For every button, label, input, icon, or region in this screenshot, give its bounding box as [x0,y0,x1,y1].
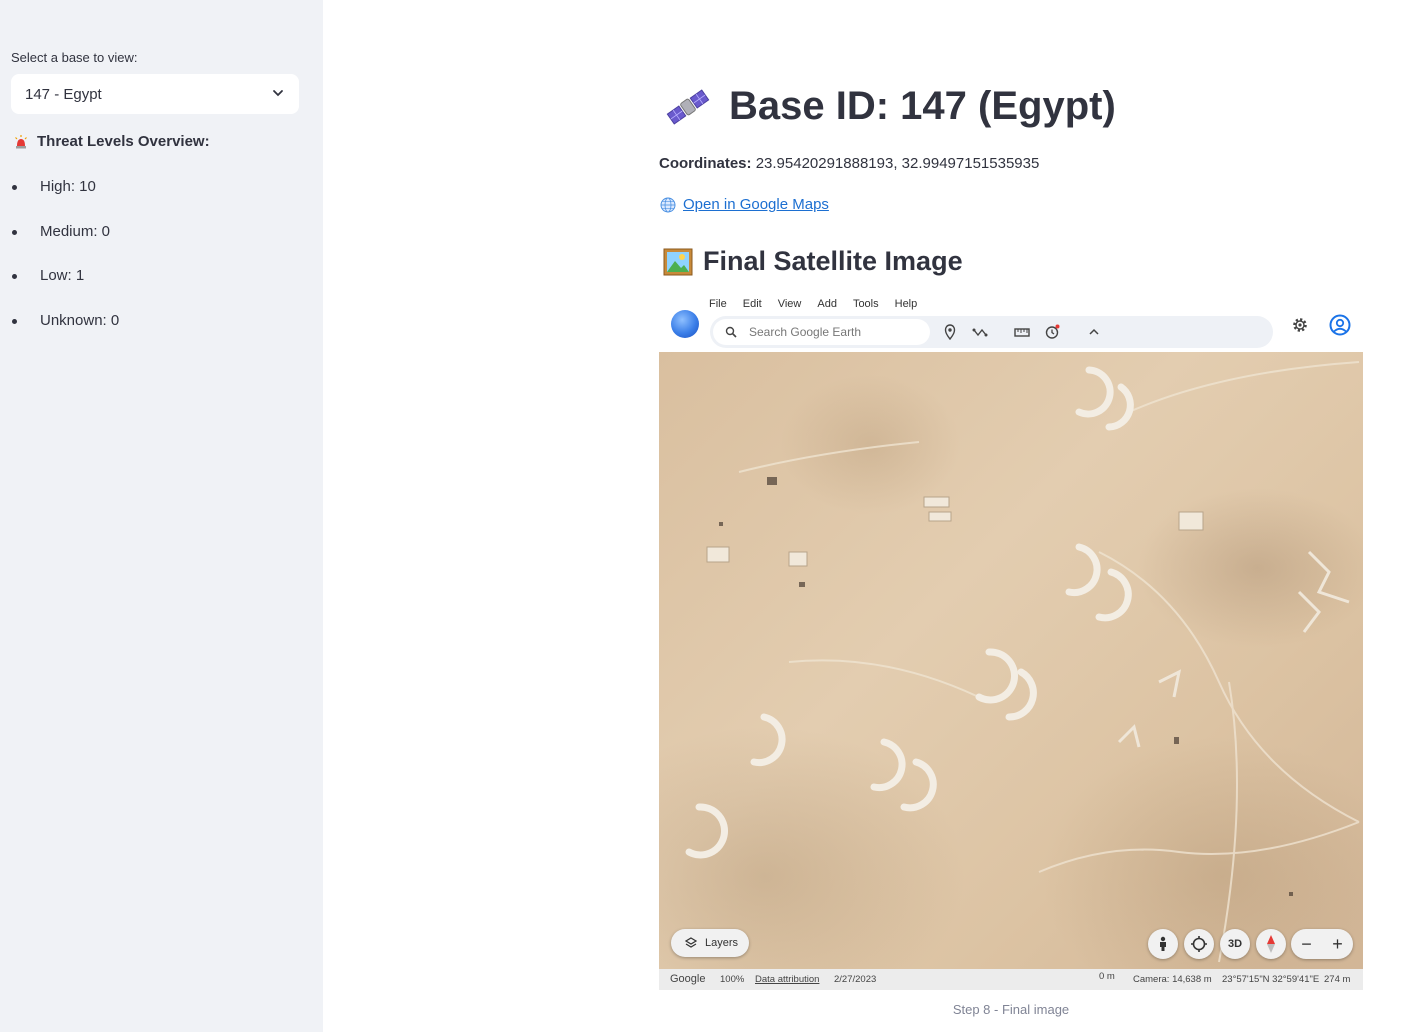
section-title-text: Final Satellite Image [703,246,963,276]
cursor-elevation: 274 m [1324,974,1351,985]
google-earth-logo [671,310,699,338]
crosshair-icon [1191,936,1207,952]
coordinates-label: Coordinates: [659,155,752,172]
coordinates: Coordinates: 23.95420291888193, 32.99497… [659,155,1039,172]
placemark-icon [944,324,956,340]
path-icon [972,328,988,337]
threat-level-unknown: Unknown: 0 [0,306,119,351]
3d-button: 3D [1220,929,1250,959]
cursor-position: 23°57'15"N 32°59'41"E [1222,974,1320,985]
scale-label: 0 m [1099,971,1115,982]
account-icon [1329,314,1351,336]
imagery-date: 2/27/2023 [834,974,877,985]
zoom-in-icon: + [1332,933,1343,954]
chevron-down-icon [273,90,283,97]
earth-menu-add: Add [817,298,837,310]
threat-levels-header: Threat Levels Overview: [13,133,210,150]
threat-level-low: Low: 1 [0,261,119,306]
google-maps-link[interactable]: Open in Google Maps [659,196,829,213]
layers-icon [685,937,697,948]
earth-search-box: Search Google Earth [713,319,930,345]
coordinates-value: 23.95420291888193, 32.99497151535935 [755,155,1040,172]
threat-level-medium: Medium: 0 [0,217,119,262]
siren-icon [15,134,27,148]
base-select-label: Select a base to view: [11,50,138,65]
zoom-out-icon: − [1301,933,1312,954]
google-brand: Google [670,973,706,985]
earth-menu-edit: Edit [742,298,762,310]
base-select-value: 147 - Egypt [25,85,102,103]
my-location-button [1184,929,1214,959]
earth-menu-help: Help [894,298,918,310]
page-title: Base ID: 147 (Egypt) [663,84,1116,129]
base-select[interactable]: 147 - Egypt [11,74,299,114]
earth-zoom-level: 100% [720,974,745,985]
satellite-image: File Edit View Add Tools Help Search Goo… [659,292,1363,990]
threat-levels-list: High: 10 Medium: 0 Low: 1 Unknown: 0 [0,172,119,350]
zoom-controls: − + [1291,929,1353,959]
gear-icon [1293,318,1307,332]
framed-picture-icon [663,248,693,275]
satellite-terrain [659,352,1363,969]
data-attribution: Data attribution [755,974,820,985]
threat-levels-title: Threat Levels Overview: [37,133,210,150]
satellite-icon [666,88,710,125]
pegman-icon [1160,936,1166,951]
google-maps-link-text[interactable]: Open in Google Maps [683,196,829,213]
earth-menu-file: File [709,298,727,310]
image-caption: Step 8 - Final image [952,1002,1070,1017]
threat-level-high: High: 10 [0,172,119,217]
earth-status-bar: Google 100% Data attribution 2/27/2023 0… [659,969,1363,990]
chevron-up-icon [1089,328,1099,335]
ruler-icon [1014,328,1030,337]
globe-icon [660,197,676,212]
compass-button [1256,929,1286,959]
section-title: Final Satellite Image [663,246,963,277]
layers-label: Layers [705,937,739,949]
compass-icon [1267,935,1275,953]
layers-button: Layers [671,929,749,957]
earth-search-placeholder: Search Google Earth [749,325,862,339]
pegman-button [1148,929,1178,959]
earth-toolbar: Search Google Earth [710,316,1273,348]
earth-menu-view: View [777,298,802,310]
history-icon [1045,324,1060,339]
earth-menu-bar: File Edit View Add Tools Help [709,298,917,310]
sidebar: Select a base to view: 147 - Egypt Threa… [0,0,323,1032]
page-title-text: Base ID: 147 (Egypt) [729,84,1116,128]
search-icon [725,326,737,338]
terrain-features [685,361,1360,963]
earth-menu-tools: Tools [852,298,879,310]
camera-altitude: Camera: 14,638 m [1133,974,1212,985]
